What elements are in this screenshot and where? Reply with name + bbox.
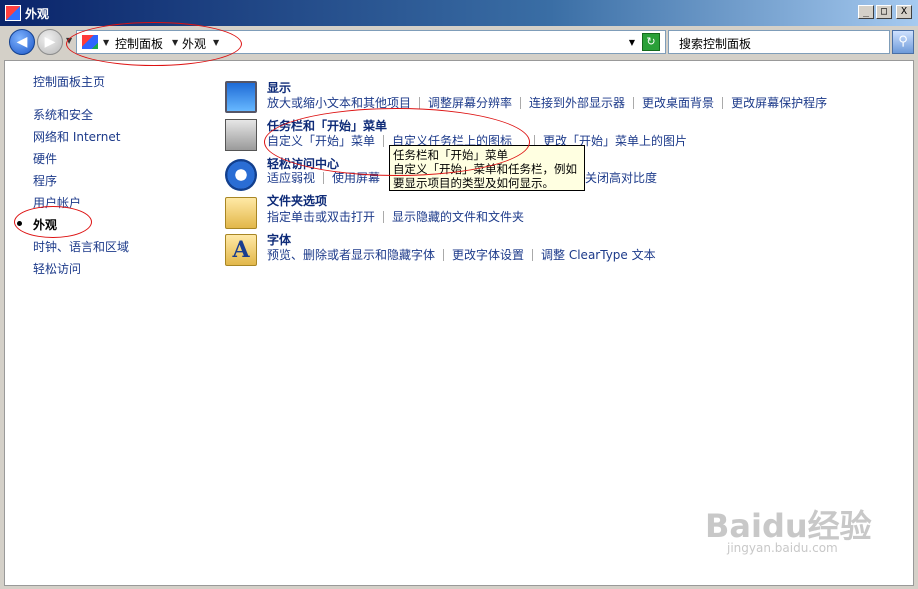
link-customize-start-menu[interactable]: 自定义「开始」菜单 (267, 132, 375, 149)
watermark-url: jingyan.baidu.com (727, 541, 838, 555)
window-controls: _ □ X (858, 5, 912, 19)
link-resize-text[interactable]: 放大或缩小文本和其他项目 (267, 94, 411, 111)
link-external-display[interactable]: 连接到外部显示器 (529, 94, 625, 111)
refresh-button[interactable]: ↻ (642, 33, 660, 51)
link-use-screen[interactable]: 使用屏幕 (332, 169, 380, 186)
link-change-font-settings[interactable]: 更改字体设置 (452, 246, 524, 263)
fonts-links: 预览、删除或者显示和隐藏字体 更改字体设置 调整 ClearType 文本 (267, 246, 656, 263)
sidebar-item-ease-of-access[interactable]: 轻松访问 (33, 260, 81, 277)
breadcrumb-control-panel[interactable]: 控制面板 (115, 35, 163, 52)
tooltip-line: 自定义「开始」菜单和任务栏，例如 (393, 162, 577, 176)
display-links: 放大或缩小文本和其他项目 调整屏幕分辨率 连接到外部显示器 更改桌面背景 更改屏… (267, 94, 827, 111)
navigation-toolbar: ◀ ▶ ▼ ▼ 控制面板 ▼ 外观 ▼ ▼ ↻ 搜索控制面板 ⚲ (4, 26, 914, 58)
sidebar-item-label: 外观 (33, 218, 58, 232)
ease-of-access-links: 适应弱视 使用屏幕 (267, 169, 380, 186)
link-low-vision[interactable]: 适应弱视 (267, 169, 315, 186)
link-turn-off-high-contrast[interactable]: 关闭高对比度 (585, 169, 657, 186)
monitor-icon[interactable] (225, 81, 257, 113)
category-title-folder-options[interactable]: 文件夹选项 (267, 192, 327, 209)
ease-of-access-links-right: 关闭高对比度 (585, 169, 657, 186)
minimize-button[interactable]: _ (858, 5, 874, 19)
back-button[interactable]: ◀ (9, 29, 35, 55)
control-panel-icon (5, 5, 21, 21)
address-bar[interactable]: ▼ 控制面板 ▼ 外观 ▼ ▼ (76, 30, 666, 54)
breadcrumb-appearance[interactable]: 外观 (182, 35, 206, 52)
forward-button[interactable]: ▶ (37, 29, 63, 55)
title-bar: 外观 _ □ X (0, 0, 918, 26)
link-screen-saver[interactable]: 更改屏幕保护程序 (731, 94, 827, 111)
sidebar-item-programs[interactable]: 程序 (33, 172, 57, 189)
link-adjust-resolution[interactable]: 调整屏幕分辨率 (428, 94, 512, 111)
search-icon[interactable]: ⚲ (892, 30, 914, 54)
link-single-double-click[interactable]: 指定单击或双击打开 (267, 208, 375, 225)
folder-options-links: 指定单击或双击打开 显示隐藏的文件和文件夹 (267, 208, 524, 225)
sidebar-item-hardware[interactable]: 硬件 (33, 150, 57, 167)
sidebar-item-appearance[interactable]: 外观 (17, 216, 58, 233)
content-area: 控制面板主页 系统和安全 网络和 Internet 硬件 程序 用户帐户 外观 … (4, 60, 914, 586)
folder-options-icon[interactable] (225, 197, 257, 229)
maximize-button[interactable]: □ (876, 5, 892, 19)
tooltip: 任务栏和「开始」菜单 自定义「开始」菜单和任务栏，例如 要显示项目的类型及如何显… (389, 145, 585, 191)
tooltip-line: 要显示项目的类型及如何显示。 (393, 176, 554, 190)
link-desktop-background[interactable]: 更改桌面背景 (642, 94, 714, 111)
sidebar-item-home[interactable]: 控制面板主页 (33, 73, 105, 90)
ease-of-access-icon[interactable] (225, 159, 257, 191)
recent-pages-dropdown-icon[interactable]: ▼ (66, 36, 72, 45)
chevron-down-icon[interactable]: ▼ (172, 38, 178, 47)
current-item-bullet (17, 221, 22, 226)
window-title: 外观 (25, 7, 50, 21)
sidebar-item-system-security[interactable]: 系统和安全 (33, 106, 93, 123)
link-adjust-cleartype[interactable]: 调整 ClearType 文本 (541, 246, 656, 263)
search-input[interactable]: 搜索控制面板 (668, 30, 890, 54)
taskbar-icon[interactable] (225, 119, 257, 151)
link-preview-fonts[interactable]: 预览、删除或者显示和隐藏字体 (267, 246, 435, 263)
sidebar-item-user-accounts[interactable]: 用户帐户 (33, 194, 81, 211)
tooltip-line: 任务栏和「开始」菜单 (393, 148, 508, 162)
sidebar-item-clock-language-region[interactable]: 时钟、语言和区域 (33, 238, 129, 255)
chevron-down-icon[interactable]: ▼ (103, 38, 109, 47)
link-show-hidden-files[interactable]: 显示隐藏的文件和文件夹 (392, 208, 524, 225)
fonts-icon[interactable]: A (225, 234, 257, 266)
close-button[interactable]: X (896, 5, 912, 19)
address-dropdown-icon[interactable]: ▼ (629, 38, 635, 47)
chevron-down-icon[interactable]: ▼ (213, 38, 219, 47)
sidebar-item-network-internet[interactable]: 网络和 Internet (33, 128, 120, 145)
control-panel-icon (82, 35, 98, 49)
